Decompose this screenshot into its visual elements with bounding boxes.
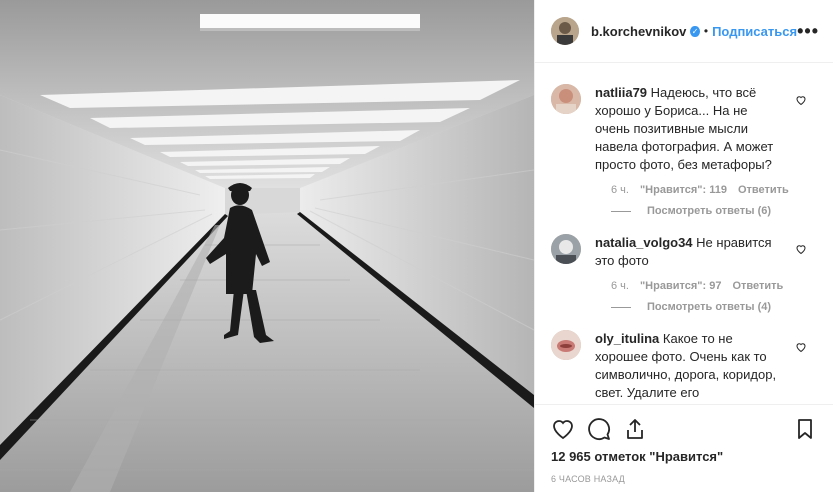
comment-likes[interactable]: "Нравится": 119 <box>640 184 727 196</box>
replies-divider <box>611 210 631 212</box>
follow-button[interactable]: Подписаться <box>712 24 797 39</box>
post-photo[interactable] <box>0 0 534 492</box>
view-replies-label[interactable]: Посмотреть ответы (4) <box>647 301 771 313</box>
heart-icon[interactable] <box>551 417 575 441</box>
action-bar <box>551 405 817 449</box>
post-footer: 12 965 отметок "Нравится" 6 часов назад <box>535 404 833 492</box>
comment-time[interactable]: 6 ч. <box>611 280 629 292</box>
author-avatar[interactable] <box>551 17 579 45</box>
comment-meta: 6 ч. "Нравится": 97 Ответить <box>611 280 803 292</box>
comment-item: natalia_volgo34 Не нравится это фото 6 ч… <box>535 217 833 313</box>
commenter-avatar[interactable] <box>551 84 581 114</box>
comment-meta: 6 ч. "Нравится": 119 Ответить <box>611 184 803 196</box>
header-separator: • <box>703 24 709 38</box>
comment-likes[interactable]: "Нравится": 97 <box>640 280 721 292</box>
more-options-icon[interactable]: ••• <box>797 21 819 42</box>
comment-icon[interactable] <box>587 417 611 441</box>
reply-button[interactable]: Ответить <box>732 280 783 292</box>
commenter-avatar[interactable] <box>551 234 581 264</box>
comment-body: natliia79 Надеюсь, что всё хорошо у Бори… <box>595 84 785 174</box>
view-replies[interactable]: Посмотреть ответы (6) <box>611 205 803 217</box>
comment-like-heart-icon[interactable] <box>795 243 807 255</box>
comment-item: oly_itulina Какое то не хорошее фото. Оч… <box>535 313 833 402</box>
comment-time[interactable]: 6 ч. <box>611 184 629 196</box>
comment-username[interactable]: natliia79 <box>595 85 647 100</box>
post-timestamp[interactable]: 6 часов назад <box>551 474 817 484</box>
post-header: b.korchevnikov ✓ • Подписаться ••• <box>535 0 833 63</box>
comment-body: natalia_volgo34 Не нравится это фото <box>595 234 785 270</box>
comment-username[interactable]: oly_itulina <box>595 331 659 346</box>
comments-list[interactable]: natliia79 Надеюсь, что всё хорошо у Бори… <box>535 64 833 404</box>
comment-item: natliia79 Надеюсь, что всё хорошо у Бори… <box>535 64 833 217</box>
view-replies-label[interactable]: Посмотреть ответы (6) <box>647 205 771 217</box>
verified-badge-icon: ✓ <box>690 25 700 37</box>
comment-like-heart-icon[interactable] <box>795 341 807 353</box>
reply-button[interactable]: Ответить <box>738 184 789 196</box>
likes-count[interactable]: 12 965 отметок "Нравится" <box>551 449 817 464</box>
replies-divider <box>611 306 631 308</box>
comment-body: oly_itulina Какое то не хорошее фото. Оч… <box>595 330 785 402</box>
view-replies[interactable]: Посмотреть ответы (4) <box>611 301 803 313</box>
tunnel-photo-image <box>0 0 534 492</box>
commenter-avatar[interactable] <box>551 330 581 360</box>
share-icon[interactable] <box>623 417 647 441</box>
comment-like-heart-icon[interactable] <box>795 94 807 106</box>
post-side-panel: b.korchevnikov ✓ • Подписаться ••• natli… <box>534 0 833 492</box>
comment-username[interactable]: natalia_volgo34 <box>595 235 693 250</box>
author-username[interactable]: b.korchevnikov <box>591 24 686 39</box>
bookmark-icon[interactable] <box>793 417 817 441</box>
